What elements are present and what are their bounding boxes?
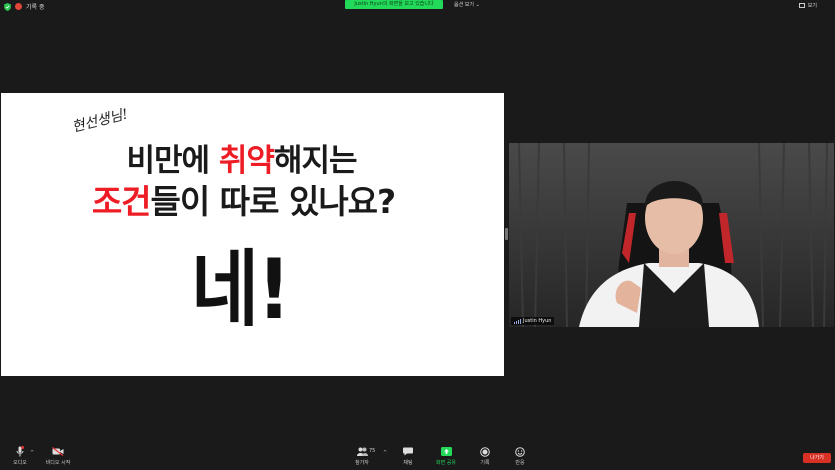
chat-button[interactable]: 채팅 [388, 444, 428, 466]
participants-button[interactable]: 참가자 [342, 444, 382, 466]
slide-line-2-plain: 들이 따로 있나요? [150, 182, 397, 221]
share-screen-label: 화면 공유 [436, 460, 456, 466]
participants-caret-icon[interactable]: ^ [383, 450, 387, 456]
resize-handle[interactable] [505, 228, 508, 240]
signal-icon [514, 318, 521, 324]
audio-options-caret-icon[interactable]: ^ [30, 450, 34, 456]
view-button[interactable]: 보기 [798, 2, 817, 9]
grid-view-icon [798, 3, 805, 8]
participants-label: 참가자 [355, 460, 369, 466]
chat-label: 채팅 [403, 460, 413, 466]
slide-answer: 네! [191, 242, 291, 339]
chat-icon [403, 447, 413, 456]
video-label: 비디오 시작 [45, 460, 71, 466]
participant-video-image [509, 143, 834, 327]
view-button-label: 보기 [807, 3, 817, 9]
recording-label: 기록 중 [26, 4, 45, 11]
microphone-icon [16, 446, 24, 457]
participants-icon [356, 447, 368, 456]
reactions-label: 반응 [515, 460, 525, 466]
reactions-smiley-icon [515, 446, 525, 457]
screen-sharing-banner: Justin Hyun의 화면을 보고 있습니다 [345, 0, 443, 9]
slide-line-1-b: 해지는 [273, 143, 358, 179]
audio-label: 오디오 [13, 460, 27, 466]
record-label: 기록 [480, 460, 490, 466]
recording-indicator[interactable]: 기록 중 [4, 2, 44, 11]
share-screen-button[interactable]: 화면 공유 [426, 444, 466, 466]
video-camera-off-icon [52, 447, 64, 456]
share-screen-icon [440, 447, 452, 456]
participant-name: Justin Hyun [523, 318, 552, 324]
meeting-toolbar: 오디오 ^ 비디오 시작 참가자 75 ^ 채팅 화면 공유 기록 반응 [0, 444, 835, 470]
security-shield-icon[interactable] [4, 2, 11, 11]
view-options-dropdown[interactable]: 옵션 보기 ⌄ [454, 1, 480, 8]
slide-line-2-red: 조건 [91, 182, 152, 221]
leave-meeting-button[interactable]: 나가기 [803, 453, 831, 463]
shared-screen: 현선생님! 비만에 취약해지는 조건들이 따로 있나요? 네! [1, 93, 504, 376]
participants-count: 75 [369, 448, 376, 454]
participant-video[interactable]: Justin Hyun [509, 143, 834, 327]
slide-line-1-a: 비만에 [126, 143, 219, 179]
slide-handwriting: 현선생님! [70, 106, 130, 136]
recording-dot-icon [15, 3, 22, 10]
reactions-button[interactable]: 반응 [500, 444, 540, 466]
slide-line-2: 조건들이 따로 있나요? [1, 175, 495, 223]
video-button[interactable]: 비디오 시작 [38, 444, 78, 466]
slide-line-1-red: 취약 [218, 143, 275, 179]
record-button[interactable]: 기록 [465, 444, 505, 466]
slide-line-1: 비만에 취약해지는 [1, 135, 493, 180]
participant-name-tag: Justin Hyun [511, 317, 555, 325]
record-icon [480, 446, 490, 457]
top-bar: 기록 중 Justin Hyun의 화면을 보고 있습니다 옵션 보기 ⌄ 보기 [0, 0, 835, 14]
